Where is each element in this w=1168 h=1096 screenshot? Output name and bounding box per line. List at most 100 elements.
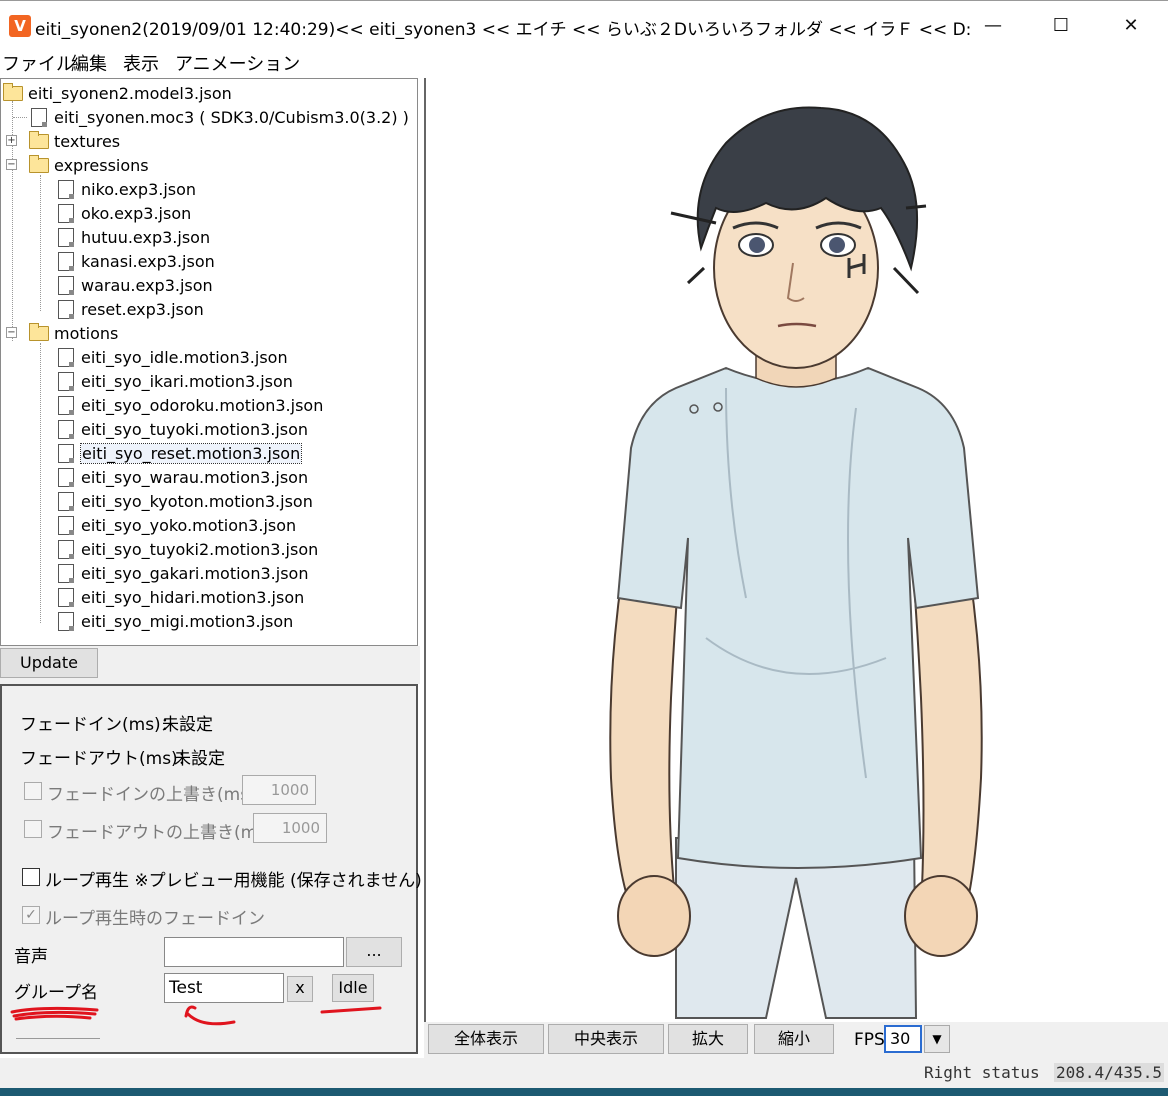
file-icon [58,419,74,439]
menu-view[interactable]: 表示 [123,50,159,76]
override-fadeout-checkbox[interactable] [24,820,42,838]
tree-item-label: eiti_syo_migi.motion3.json [81,611,294,631]
override-fadeout-label: フェードアウトの上書き(ms) [47,823,273,843]
tree-item-textures[interactable]: textures [29,129,120,153]
file-icon [58,515,74,535]
file-icon [58,395,74,415]
file-icon [58,347,74,367]
expand-icon[interactable]: + [6,135,17,146]
loop-playback-checkbox[interactable] [22,868,40,886]
tree-item-label: eiti_syo_tuyoki2.motion3.json [81,539,319,559]
tree-item-moc[interactable]: eiti_syonen.moc3 ( SDK3.0/Cubism3.0(3.2)… [31,105,409,129]
tree-guide-line [13,117,27,118]
override-fadein-checkbox[interactable] [24,782,42,800]
menu-file[interactable]: ファイル [2,50,74,76]
tree-item-motion[interactable]: eiti_syo_yoko.motion3.json [58,513,296,537]
center-view-button[interactable]: 中央表示 [548,1024,664,1054]
override-fadein-input[interactable]: 1000 [242,775,316,805]
sound-input[interactable] [164,937,344,967]
file-icon [31,107,47,127]
loop-playback-label: ループ再生 ※プレビュー用機能 (保存されません) [45,871,422,891]
tree-item-expression[interactable]: niko.exp3.json [58,177,196,201]
update-strip: Update [0,646,420,684]
tree-item-motion[interactable]: eiti_syo_tuyoki.motion3.json [58,417,308,441]
file-icon [58,251,74,271]
tree-item-label: eiti_syo_warau.motion3.json [81,467,309,487]
tree-item-label: kanasi.exp3.json [81,251,215,271]
tree-item-label: eiti_syo_odoroku.motion3.json [81,395,324,415]
tree-item-expression[interactable]: reset.exp3.json [58,297,204,321]
browse-button[interactable]: ... [346,937,402,967]
folder-icon [3,82,23,101]
fps-select[interactable]: 30 [884,1025,922,1053]
folder-icon [29,130,49,149]
close-button[interactable]: ✕ [1108,9,1154,43]
tree-item-expression[interactable]: warau.exp3.json [58,273,213,297]
fadeout-label: フェードアウト(ms)： [20,749,195,769]
tree-item-motion[interactable]: eiti_syo_gakari.motion3.json [58,561,308,585]
fadein-label: フェードイン(ms)： [20,715,178,735]
tree-item-root[interactable]: eiti_syonen2.model3.json [3,81,232,105]
tree-item-motion[interactable]: eiti_syo_idle.motion3.json [58,345,288,369]
preview-toolbar: 全体表示 中央表示 拡大 縮小 FPS 30 ▼ [424,1022,1168,1058]
coordinate-readout: 208.4/435.5 [1054,1063,1164,1082]
tree-item-motion[interactable]: eiti_syo_tuyoki2.motion3.json [58,537,318,561]
maximize-button[interactable]: ☐ [1038,9,1084,43]
tree-item-label: motions [54,323,119,343]
tree-item-motion[interactable]: eiti_syo_odoroku.motion3.json [58,393,323,417]
file-icon [58,371,74,391]
tree-item-expressions[interactable]: expressions [29,153,149,177]
file-icon [58,299,74,319]
fadeout-value: 未設定 [174,749,225,769]
tree-item-motion[interactable]: eiti_syo_warau.motion3.json [58,465,308,489]
model-preview-canvas[interactable] [424,78,1168,1022]
tree-item-label: expressions [54,155,149,175]
loop-fadein-label: ループ再生時のフェードイン [45,909,265,929]
tree-item-motion-selected[interactable]: eiti_syo_reset.motion3.json [58,441,303,465]
chevron-down-icon[interactable]: ▼ [924,1025,950,1053]
file-icon [58,467,74,487]
tree-item-label: reset.exp3.json [81,299,204,319]
tree-item-motion[interactable]: eiti_syo_migi.motion3.json [58,609,293,633]
tree-item-label: niko.exp3.json [81,179,197,199]
fit-all-button[interactable]: 全体表示 [428,1024,544,1054]
loop-fadein-checkbox[interactable]: ✓ [22,906,40,924]
status-bar: Right status 208.4/435.5 [0,1058,1168,1088]
file-icon [58,203,74,223]
app-icon: V [9,15,31,37]
update-button[interactable]: Update [0,648,98,678]
sound-label: 音声 [14,947,48,967]
tree-item-label: eiti_syo_yoko.motion3.json [81,515,297,535]
file-icon [58,563,74,583]
file-icon [58,275,74,295]
file-icon [58,587,74,607]
file-icon [58,491,74,511]
title-bar: V eiti_syonen2(2019/09/01 12:40:29)<< ei… [0,0,1168,48]
tree-item-motion[interactable]: eiti_syo_hidari.motion3.json [58,585,304,609]
red-annotation-marks [10,1005,382,1026]
tree-item-expression[interactable]: oko.exp3.json [58,201,191,225]
file-icon [58,539,74,559]
folder-icon [29,322,49,341]
menu-animation[interactable]: アニメーション [175,50,300,76]
menu-edit[interactable]: 編集 [71,50,107,76]
tree-item-label: eiti_syo_kyoton.motion3.json [81,491,313,511]
tree-item-motions[interactable]: motions [29,321,118,345]
collapse-icon[interactable]: − [6,327,17,338]
window-title: eiti_syonen2(2019/09/01 12:40:29)<< eiti… [35,20,972,40]
tree-item-expression[interactable]: kanasi.exp3.json [58,249,215,273]
tree-item-label: eiti_syonen2.model3.json [28,83,232,103]
minimize-button[interactable]: — [970,9,1016,43]
collapse-icon[interactable]: − [6,159,17,170]
zoom-out-button[interactable]: 縮小 [754,1024,834,1054]
file-tree[interactable]: eiti_syonen2.model3.json eiti_syonen.moc… [0,78,418,646]
zoom-in-button[interactable]: 拡大 [668,1024,748,1054]
character-model-illustration [609,106,983,1019]
tree-item-expression[interactable]: hutuu.exp3.json [58,225,210,249]
tree-item-motion[interactable]: eiti_syo_kyoton.motion3.json [58,489,313,513]
folder-icon [29,154,49,173]
override-fadeout-input[interactable]: 1000 [253,813,327,843]
fadein-value: 未設定 [162,715,213,735]
bottom-edge [0,1088,1168,1096]
tree-item-motion[interactable]: eiti_syo_ikari.motion3.json [58,369,293,393]
